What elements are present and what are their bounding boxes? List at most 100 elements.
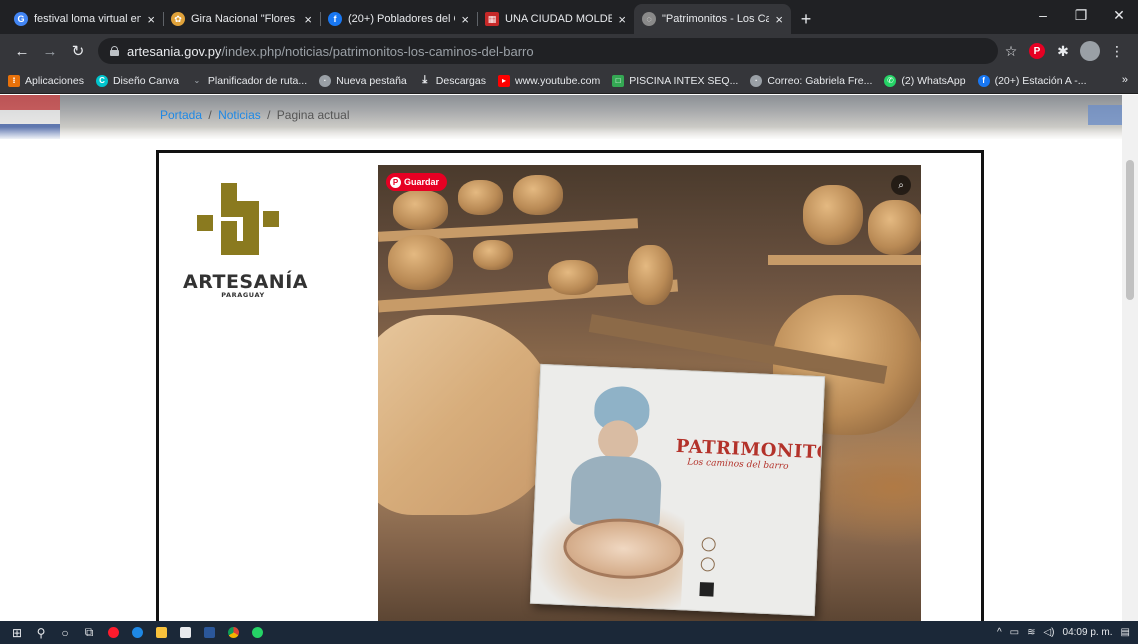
close-tab-icon[interactable]: × [618, 12, 626, 27]
edge-icon[interactable] [126, 621, 148, 644]
close-tab-icon[interactable]: × [775, 12, 783, 27]
photo-pot [803, 185, 863, 245]
network-icon[interactable]: ▭ [1010, 627, 1019, 638]
clock[interactable]: 04:09 p. m. [1063, 627, 1113, 638]
chevron-up-icon[interactable]: ^ [997, 627, 1002, 638]
bookmark-label: (2) WhatsApp [901, 74, 966, 87]
system-tray: ^ ▭ ≋ ◁) 04:09 p. m. ▤ [997, 621, 1138, 644]
article-photo[interactable]: P Guardar ⌕ PATRIMONITOS Los caminos del… [378, 165, 921, 621]
avatar[interactable] [1080, 41, 1100, 61]
tab-pobladores[interactable]: f (20+) Pobladores del Casco Hi × [320, 4, 477, 34]
bookmark-canva[interactable]: C Diseño Canva [95, 74, 179, 87]
back-icon[interactable]: ← [10, 39, 34, 63]
photo-pot [388, 235, 453, 290]
flower-icon: ✿ [171, 12, 185, 26]
page-scrollbar[interactable] [1122, 95, 1138, 621]
pinterest-save-button[interactable]: P Guardar [386, 173, 448, 191]
whatsapp-icon[interactable] [246, 621, 268, 644]
extensions-puzzle-icon[interactable]: ✱ [1050, 39, 1076, 63]
photo-pot [513, 175, 563, 215]
restore-icon[interactable]: ❐ [1062, 0, 1100, 30]
bookmark-star-icon[interactable]: ☆ [998, 39, 1024, 63]
qr-code-icon [699, 582, 714, 597]
breadcrumb-noticias-link[interactable]: Noticias [218, 108, 261, 122]
bookmark-label: Diseño Canva [112, 74, 179, 87]
bookmark-nueva-pestana[interactable]: · Nueva pestaña [319, 74, 407, 87]
artesania-logo[interactable]: ARTESANÍA PARAGUAY [183, 183, 308, 299]
windows-start-icon[interactable]: ⊞ [6, 621, 28, 644]
close-tab-icon[interactable]: × [304, 12, 312, 27]
lock-icon [110, 46, 119, 56]
visual-search-icon[interactable]: ⌕ [891, 175, 911, 195]
photo-pot [628, 245, 673, 305]
forward-icon[interactable]: → [38, 39, 62, 63]
new-tab-button[interactable]: + [791, 4, 821, 34]
window-controls: – ❐ ✕ [1024, 0, 1138, 30]
bookmark-estacion[interactable]: f (20+) Estación A -... [977, 74, 1087, 87]
pinterest-extension-icon[interactable]: P [1029, 43, 1045, 59]
close-window-icon[interactable]: ✕ [1100, 0, 1138, 30]
photo-shelf [768, 255, 921, 265]
bookmark-aplicaciones[interactable]: ⁝ Aplicaciones [8, 74, 84, 87]
file-explorer-icon[interactable] [150, 621, 172, 644]
notifications-icon[interactable]: ▤ [1121, 627, 1130, 638]
bookmark-youtube[interactable]: ▸ www.youtube.com [497, 74, 601, 87]
scrollbar-thumb[interactable] [1126, 160, 1134, 300]
opera-icon[interactable] [102, 621, 124, 644]
globe-icon: · [750, 74, 763, 87]
cortana-icon[interactable]: ○ [54, 621, 76, 644]
address-bar[interactable]: artesania.gov.py/index.php/noticias/patr… [98, 38, 998, 64]
chrome-icon[interactable] [222, 621, 244, 644]
sponsor-logo-icon [700, 557, 716, 572]
minimize-icon[interactable]: – [1024, 0, 1062, 30]
artesania-logo-mark [197, 183, 289, 265]
tab-patrimonitos[interactable]: ◌ "Patrimonitos - Los Caminos d × [634, 4, 791, 34]
bookmark-label: PISCINA INTEX SEQ... [629, 74, 739, 87]
bookmark-whatsapp[interactable]: ✆ (2) WhatsApp [884, 74, 966, 87]
photo-wrapping-paper [378, 315, 558, 515]
bookmark-descargas[interactable]: ⤓ Descargas [419, 74, 486, 87]
bookmark-piscina[interactable]: □ PISCINA INTEX SEQ... [612, 74, 739, 87]
photo-pot [393, 190, 448, 230]
tab-title: "Patrimonitos - Los Caminos d [662, 13, 770, 25]
task-view-icon[interactable]: ⧉ [78, 621, 100, 644]
toolbar-actions: ☆ P ✱ ⋮ [998, 39, 1130, 63]
book-illustration-body [569, 454, 663, 529]
globe-icon: ◌ [642, 12, 656, 26]
save-button-label: Guardar [404, 177, 440, 187]
breadcrumb-separator: / [267, 108, 271, 122]
bookmark-label: Correo: Gabriela Fre... [767, 74, 873, 87]
article-frame: ARTESANÍA PARAGUAY P Guardar ⌕ PATRIMONI… [156, 150, 984, 621]
apps-grid-icon: ⁝ [8, 74, 20, 87]
canva-icon: C [95, 74, 108, 87]
bookmarks-overflow-button[interactable]: » [1122, 74, 1128, 86]
photo-pot [473, 240, 513, 270]
bookmark-planificador[interactable]: ⌄ Planificador de ruta... [191, 75, 308, 87]
patrimonitos-book: PATRIMONITOS Los caminos del barro [529, 363, 826, 617]
bookmark-correo[interactable]: · Correo: Gabriela Fre... [750, 74, 873, 87]
tab-una-ciudad[interactable]: ▦ UNA CIUDAD MOLDEADA POR × [477, 4, 634, 34]
menu-kebab-icon[interactable]: ⋮ [1104, 39, 1130, 63]
tab-title: UNA CIUDAD MOLDEADA POR [505, 13, 613, 25]
page-viewport: Portada / Noticias / Pagina actual ARTES… [0, 95, 1138, 621]
reload-icon[interactable]: ↻ [66, 39, 90, 63]
wifi-icon[interactable]: ≋ [1027, 627, 1035, 638]
browser-toolbar: ← → ↻ artesania.gov.py/index.php/noticia… [0, 34, 1138, 68]
banner-flag-strip [0, 95, 60, 139]
store-icon[interactable] [174, 621, 196, 644]
bookmark-label: www.youtube.com [514, 74, 601, 87]
search-icon[interactable]: ⚲ [30, 621, 52, 644]
volume-icon[interactable]: ◁) [1043, 627, 1054, 638]
logo-wordmark: ARTESANÍA [183, 271, 308, 293]
google-icon: G [14, 12, 28, 26]
tab-festival[interactable]: G festival loma virtual en areguá × [6, 4, 163, 34]
breadcrumb: Portada / Noticias / Pagina actual [160, 108, 350, 122]
globe-icon: · [319, 74, 332, 87]
breadcrumb-separator: / [208, 108, 212, 122]
tab-gira-nacional[interactable]: ✿ Gira Nacional "Flores del Parag × [163, 4, 320, 34]
word-icon[interactable] [198, 621, 220, 644]
breadcrumb-home-link[interactable]: Portada [160, 108, 202, 122]
windows-taskbar: ⊞ ⚲ ○ ⧉ ^ ▭ ≋ ◁) 04:09 p. m. ▤ [0, 621, 1138, 644]
close-tab-icon[interactable]: × [147, 12, 155, 27]
close-tab-icon[interactable]: × [461, 12, 469, 27]
